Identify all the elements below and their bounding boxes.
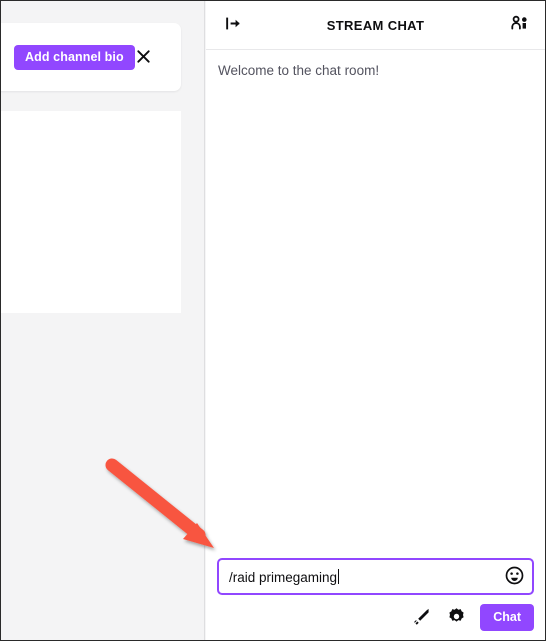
chat-composer: /raid primegaming Chat <box>206 548 545 640</box>
community-users-button[interactable] <box>505 10 535 40</box>
chat-message: Welcome to the chat room! <box>218 63 380 78</box>
application-window: Add channel bio STREAM CHAT Welcome to t… <box>0 0 546 641</box>
left-sidebar-panel: Add channel bio <box>1 1 205 640</box>
collapse-chat-button[interactable] <box>218 10 248 40</box>
channel-content-card <box>1 111 181 313</box>
send-chat-button[interactable]: Chat <box>480 604 534 631</box>
emote-smiley-icon <box>505 566 524 588</box>
chat-settings-button[interactable] <box>443 605 469 631</box>
page-title: STREAM CHAT <box>326 17 425 33</box>
chat-message-list[interactable]: Welcome to the chat room! <box>206 50 545 548</box>
text-cursor <box>338 568 340 584</box>
emote-picker-button[interactable] <box>502 565 526 589</box>
stream-chat-panel: STREAM CHAT Welcome to the chat room! /r… <box>206 1 545 640</box>
chat-input[interactable]: /raid primegaming <box>217 558 534 595</box>
close-bio-card-button[interactable] <box>131 45 155 70</box>
chat-input-value: /raid primegaming <box>219 568 340 585</box>
gear-icon <box>447 607 466 629</box>
chat-input-text: /raid primegaming <box>229 569 338 585</box>
add-channel-bio-button[interactable]: Add channel bio <box>14 45 135 70</box>
channel-bio-card: Add channel bio <box>1 23 181 91</box>
community-users-icon <box>510 14 530 37</box>
composer-action-bar: Chat <box>217 604 534 631</box>
sword-button[interactable] <box>408 605 434 631</box>
close-icon <box>136 49 151 67</box>
chat-header: STREAM CHAT <box>206 1 545 50</box>
collapse-right-icon <box>224 14 243 36</box>
sword-icon <box>412 607 431 629</box>
